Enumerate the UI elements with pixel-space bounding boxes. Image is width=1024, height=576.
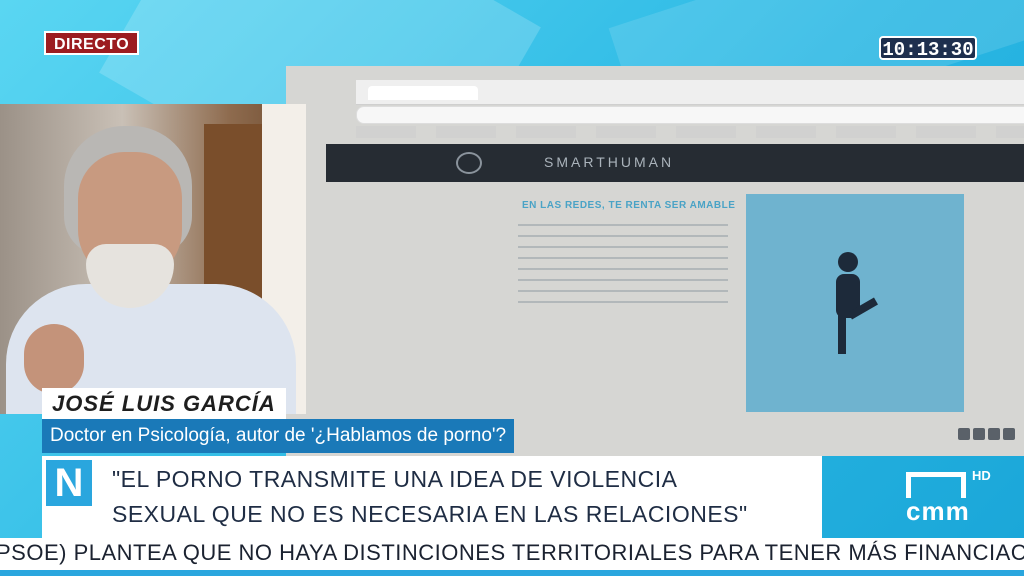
channel-name: cmm: [906, 496, 970, 526]
browser-address-bar: [356, 106, 1024, 124]
browser-bookmarks-bar: [356, 126, 1024, 138]
social-icons: [958, 428, 1015, 440]
castle-icon: [906, 472, 966, 498]
article-title: EN LAS REDES, TE RENTA SER AMABLE: [522, 200, 736, 211]
site-header: SMARTHUMAN: [326, 144, 1024, 182]
youtube-icon: [988, 428, 1000, 440]
quote-banner: N "EL PORNO TRANSMITE UNA IDEA DE VIOLEN…: [42, 456, 822, 538]
figure-leg: [838, 314, 846, 354]
news-ticker: PSOE) PLANTEA QUE NO HAYA DISTINCIONES T…: [0, 538, 1024, 576]
facebook-icon: [958, 428, 970, 440]
person-hand: [24, 324, 84, 394]
laptop-screen-video: SMARTHUMAN EN LAS REDES, TE RENTA SER AM…: [286, 66, 1024, 456]
role-caption: Doctor en Psicología, autor de '¿Hablamo…: [42, 419, 515, 453]
clock: 10:13:30: [879, 36, 977, 61]
interviewee-role: Doctor en Psicología, autor de '¿Hablamo…: [50, 425, 507, 446]
browser-tab-bar: [356, 80, 1024, 105]
instagram-icon: [1003, 428, 1015, 440]
brain-icon: [456, 152, 482, 174]
hd-badge: HD: [972, 468, 991, 483]
interviewee-name: JOSÉ LUIS GARCÍA: [52, 391, 276, 416]
interviewee-video: [0, 104, 306, 414]
browser-tab: [368, 86, 478, 100]
ticker-text: PSOE) PLANTEA QUE NO HAYA DISTINCIONES T…: [0, 540, 1024, 565]
channel-logo: cmm HD: [904, 468, 994, 526]
article-body: [518, 224, 728, 306]
twitter-icon: [973, 428, 985, 440]
quote-text: "EL PORNO TRANSMITE UNA IDEA DE VIOLENCI…: [112, 466, 748, 527]
figure-head: [838, 252, 858, 272]
site-logo: SMARTHUMAN: [544, 154, 675, 170]
ninja-illustration: [746, 194, 964, 412]
name-caption: JOSÉ LUIS GARCÍA: [42, 388, 286, 419]
news-logo-icon: N: [46, 460, 92, 506]
live-badge: DIRECTO: [44, 31, 140, 55]
ticker-strip: [0, 570, 1024, 576]
